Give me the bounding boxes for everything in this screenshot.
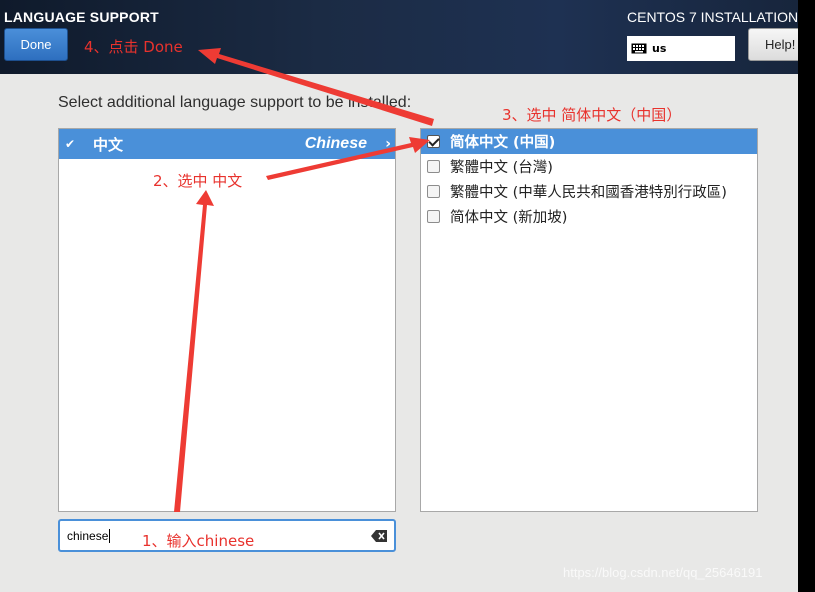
- installation-title: CENTOS 7 INSTALLATION: [627, 9, 798, 25]
- clear-input-icon[interactable]: [371, 530, 387, 542]
- search-value: chinese: [67, 528, 109, 543]
- locale-label: 繁體中文 (中華人民共和國香港特別行政區): [450, 185, 727, 201]
- locale-label: 简体中文 (新加坡): [450, 210, 568, 226]
- locale-checkbox[interactable]: [427, 210, 440, 223]
- window-edge: [798, 0, 815, 592]
- locale-checkbox[interactable]: [427, 135, 440, 148]
- locale-row[interactable]: 繁體中文 (中華人民共和國香港特別行政區): [421, 179, 757, 204]
- text-caret: [109, 528, 111, 543]
- language-row-chinese[interactable]: ✔ 中文 Chinese ›: [59, 129, 395, 159]
- keyboard-layout-indicator[interactable]: us: [627, 36, 735, 61]
- language-english-name: Chinese: [304, 135, 367, 152]
- locale-row[interactable]: 繁體中文 (台灣): [421, 154, 757, 179]
- keyboard-layout-label: us: [652, 42, 667, 55]
- locale-label: 繁體中文 (台灣): [450, 160, 553, 176]
- annotation-step-2: 2、选中 中文: [153, 172, 243, 190]
- checkmark-icon: ✔: [64, 137, 76, 151]
- page-title: LANGUAGE SUPPORT: [4, 9, 159, 25]
- locale-checkbox[interactable]: [427, 160, 440, 173]
- locale-label: 简体中文 (中国): [450, 135, 556, 151]
- locale-list: 简体中文 (中国) 繁體中文 (台灣) 繁體中文 (中華人民共和國香港特別行政區…: [420, 128, 758, 512]
- locale-row[interactable]: 简体中文 (新加坡): [421, 204, 757, 229]
- chevron-right-icon: ›: [385, 136, 391, 152]
- annotation-step-3: 3、选中 简体中文（中国）: [502, 106, 682, 124]
- instruction-text: Select additional language support to be…: [58, 94, 412, 111]
- watermark: https://blog.csdn.net/qq_25646191: [563, 565, 763, 580]
- keyboard-icon: [631, 43, 647, 54]
- locale-row[interactable]: 简体中文 (中国): [421, 129, 757, 154]
- annotation-step-4: 4、点击 Done: [84, 38, 183, 56]
- annotation-step-1: 1、输入chinese: [142, 532, 255, 550]
- locale-checkbox[interactable]: [427, 185, 440, 198]
- done-button[interactable]: Done: [4, 28, 68, 61]
- language-native-name: 中文: [93, 135, 124, 154]
